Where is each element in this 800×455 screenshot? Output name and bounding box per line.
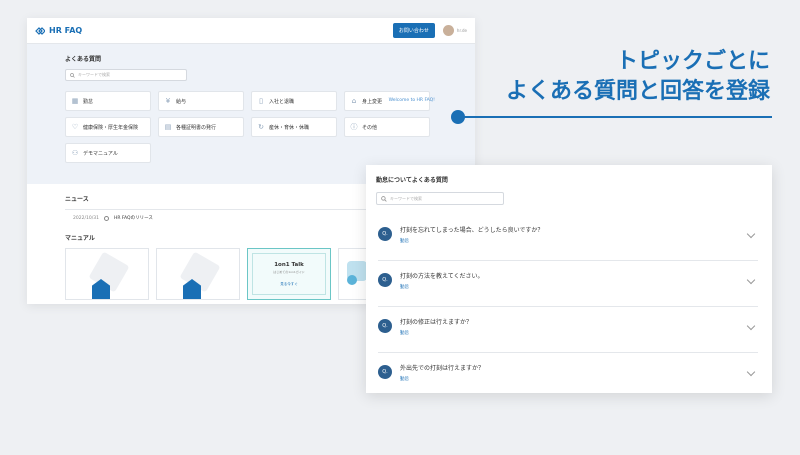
- headline-line1: トピックごとに: [615, 49, 770, 74]
- search-placeholder: キーワードで検索: [78, 72, 110, 77]
- contact-button[interactable]: お問い合わせ: [392, 23, 435, 38]
- question-badge: Q.: [378, 319, 392, 333]
- question-tag: 勤怠: [400, 285, 409, 290]
- calendar-icon: ▦: [71, 97, 79, 105]
- question-tag: 勤怠: [400, 239, 409, 244]
- headline: トピックごとに よくある質問と回答を登録: [506, 47, 770, 107]
- talk-link[interactable]: 見る今すぐ: [280, 282, 298, 287]
- category-other[interactable]: ⓘ その他: [344, 117, 430, 137]
- faq-item[interactable]: Q. 打刻の方法を教えてください。 勤怠: [378, 261, 758, 307]
- category-attendance[interactable]: ▦ 勤怠: [65, 91, 151, 111]
- pointer-dot: [451, 110, 465, 124]
- manual-card[interactable]: [65, 248, 149, 300]
- faq-area: よくある質問 キーワードで検索 Welcome to HR FAQ! ▦ 勤怠 …: [27, 44, 475, 184]
- pointer-line: [458, 116, 772, 118]
- circle-graphic: [347, 275, 357, 285]
- question-text: 打刻を忘れてしまった場合、どうしたら良いですか？: [400, 227, 544, 234]
- question-badge: Q.: [378, 365, 392, 379]
- panel-search-placeholder: キーワードで検索: [390, 195, 422, 201]
- logo-mark-icon: [35, 26, 45, 35]
- question-tag: 勤怠: [400, 331, 409, 336]
- question-text: 打刻の修正は行えますか？: [400, 319, 473, 326]
- question-text: 外出先での打刻は行えますか？: [400, 365, 485, 372]
- faq-item[interactable]: Q. 打刻の修正は行えますか？ 勤怠: [378, 307, 758, 353]
- headline-line2: よくある質問と回答を登録: [505, 79, 770, 104]
- search-input[interactable]: キーワードで検索: [65, 69, 187, 81]
- faq-title: よくある質問: [65, 56, 102, 63]
- category-join-leave[interactable]: ▯ 入社と退職: [251, 91, 337, 111]
- faq-item[interactable]: Q. 外出先での打刻は行えますか？ 勤怠: [378, 353, 758, 393]
- talk-title: 1on1 Talk: [274, 261, 304, 268]
- logo-text: HR FAQ: [49, 26, 83, 35]
- coin-icon: ¥: [165, 97, 171, 105]
- question-badge: Q.: [378, 273, 392, 287]
- door-icon: ▯: [259, 97, 263, 105]
- group-icon: ⚇: [71, 149, 79, 157]
- category-certificates[interactable]: ▤ 各種証明書の発行: [158, 117, 244, 137]
- news-dot-icon: [103, 215, 109, 221]
- search-icon: [381, 195, 387, 202]
- manual-card-1on1[interactable]: 1on1 Talk はじめての1on1ガイド 見る今すぐ: [247, 248, 331, 300]
- panel-title: 勤怠についてよくある質問: [376, 177, 448, 184]
- category-grid: ▦ 勤怠 ¥ 給与 ▯ 入社と退職 ⌂ 身上変更 ♡ 健康保険・厚生年金保険 ▤…: [65, 91, 437, 163]
- faq-panel: 勤怠についてよくある質問 キーワードで検索 Q. 打刻を忘れてしまった場合、どう…: [366, 165, 772, 393]
- info-icon: ⓘ: [350, 123, 358, 131]
- heart-icon: ♡: [71, 123, 79, 131]
- panel-search-input[interactable]: キーワードで検索: [376, 192, 504, 205]
- search-icon: [70, 72, 75, 78]
- category-demo-manual[interactable]: ⚇ デモマニュアル: [65, 143, 151, 163]
- news-date: 2022/10/31: [73, 215, 99, 221]
- talk-subtitle: はじめての1on1ガイド: [273, 269, 305, 274]
- question-tag: 勤怠: [400, 377, 409, 382]
- user-name: hr.de: [456, 28, 467, 33]
- refresh-icon: ↻: [258, 123, 264, 131]
- news-text: HR FAQのリリース: [113, 216, 153, 221]
- category-insurance[interactable]: ♡ 健康保険・厚生年金保険: [65, 117, 151, 137]
- question-badge: Q.: [378, 227, 392, 241]
- category-salary[interactable]: ¥ 給与: [158, 91, 244, 111]
- manual-card[interactable]: [156, 248, 240, 300]
- house-icon: ⌂: [351, 97, 357, 105]
- faq-item[interactable]: Q. 打刻を忘れてしまった場合、どうしたら良いですか？ 勤怠: [378, 215, 758, 261]
- logo[interactable]: HR FAQ: [35, 26, 82, 35]
- avatar[interactable]: [442, 25, 454, 36]
- document-icon: ▤: [164, 123, 172, 131]
- welcome-text: Welcome to HR FAQ!: [388, 98, 435, 103]
- app-header: HR FAQ お問い合わせ hr.de: [27, 18, 475, 44]
- question-text: 打刻の方法を教えてください。: [400, 273, 484, 280]
- category-leave[interactable]: ↻ 産休・育休・休職: [251, 117, 337, 137]
